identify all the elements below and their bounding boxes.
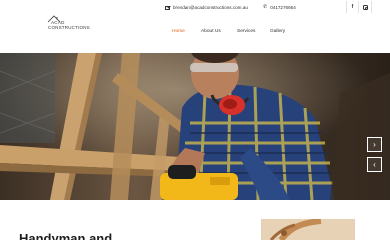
- brand-name-line2: CONSTRUCTIONS: [48, 25, 90, 30]
- woodwork-thumbnail-graphic: [261, 219, 355, 240]
- instagram-icon: [362, 4, 369, 11]
- slider-prev-button[interactable]: ‹: [367, 157, 382, 172]
- nav-home[interactable]: Home: [172, 29, 185, 34]
- phone-contact[interactable]: ✆ 0417276664: [263, 4, 296, 11]
- facebook-icon: f: [351, 4, 354, 10]
- facebook-link[interactable]: f: [346, 1, 359, 13]
- carpenter-hero-image: [0, 53, 390, 200]
- nav-services[interactable]: Services: [237, 29, 255, 34]
- chevron-right-icon: ›: [373, 139, 376, 149]
- site-header: ACAD CONSTRUCTIONS brendan@acadconstruct…: [0, 0, 390, 53]
- brand-logo[interactable]: ACAD CONSTRUCTIONS: [45, 15, 90, 31]
- email-address[interactable]: brendan@acadconstructions.com.au: [173, 5, 248, 10]
- slider-next-button[interactable]: ›: [367, 137, 382, 152]
- hero-slider: › ‹: [0, 53, 390, 200]
- nav-about-us[interactable]: About Us: [201, 29, 221, 34]
- phone-icon: ✆: [263, 4, 268, 10]
- intro-heading: Handyman and: [19, 231, 113, 240]
- nav-gallery[interactable]: Gallery: [270, 29, 285, 34]
- email-contact[interactable]: brendan@acadconstructions.com.au: [165, 4, 248, 11]
- wood-work-image: [261, 219, 355, 240]
- phone-number[interactable]: 0417276664: [270, 5, 296, 10]
- envelope-icon: [165, 5, 170, 10]
- instagram-link[interactable]: [359, 1, 372, 13]
- chevron-left-icon: ‹: [373, 159, 376, 169]
